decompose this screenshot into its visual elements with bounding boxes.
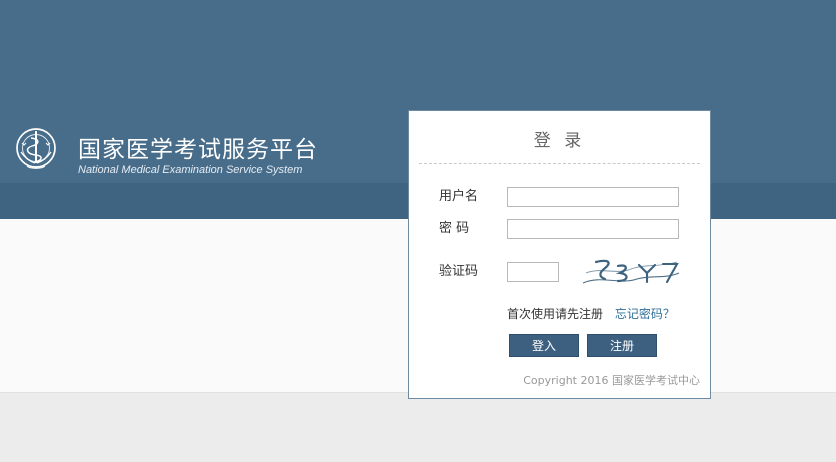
footer-background xyxy=(0,392,836,462)
brand: 国家医学考试服务平台 National Medical Examination … xyxy=(12,124,318,180)
brand-text: 国家医学考试服务平台 National Medical Examination … xyxy=(78,138,318,176)
login-panel: 登 录 用户名 密 码 验证码 首次使用请先注册 忘记密码？ 登入 注册 Cop… xyxy=(408,110,711,399)
title-divider xyxy=(419,163,700,164)
captcha-input[interactable] xyxy=(507,262,559,282)
medical-emblem-icon xyxy=(16,128,56,169)
password-label: 密 码 xyxy=(439,221,470,236)
copyright-text: Copyright 2016 国家医学考试中心 xyxy=(523,374,700,387)
forgot-password-link[interactable]: 忘记密码？ xyxy=(615,307,675,321)
register-hint: 首次使用请先注册 xyxy=(507,307,604,321)
login-title: 登 录 xyxy=(533,131,586,151)
site-subtitle: National Medical Examination Service Sys… xyxy=(78,164,303,176)
site-title: 国家医学考试服务平台 xyxy=(78,137,318,163)
account-links: 首次使用请先注册 忘记密码？ xyxy=(507,306,675,322)
register-button[interactable]: 注册 xyxy=(587,334,657,357)
login-button[interactable]: 登入 xyxy=(509,334,579,357)
username-label: 用户名 xyxy=(439,189,479,204)
password-input[interactable] xyxy=(507,219,679,239)
username-input[interactable] xyxy=(507,187,679,207)
captcha-label: 验证码 xyxy=(439,264,479,279)
captcha-image[interactable] xyxy=(581,255,681,289)
